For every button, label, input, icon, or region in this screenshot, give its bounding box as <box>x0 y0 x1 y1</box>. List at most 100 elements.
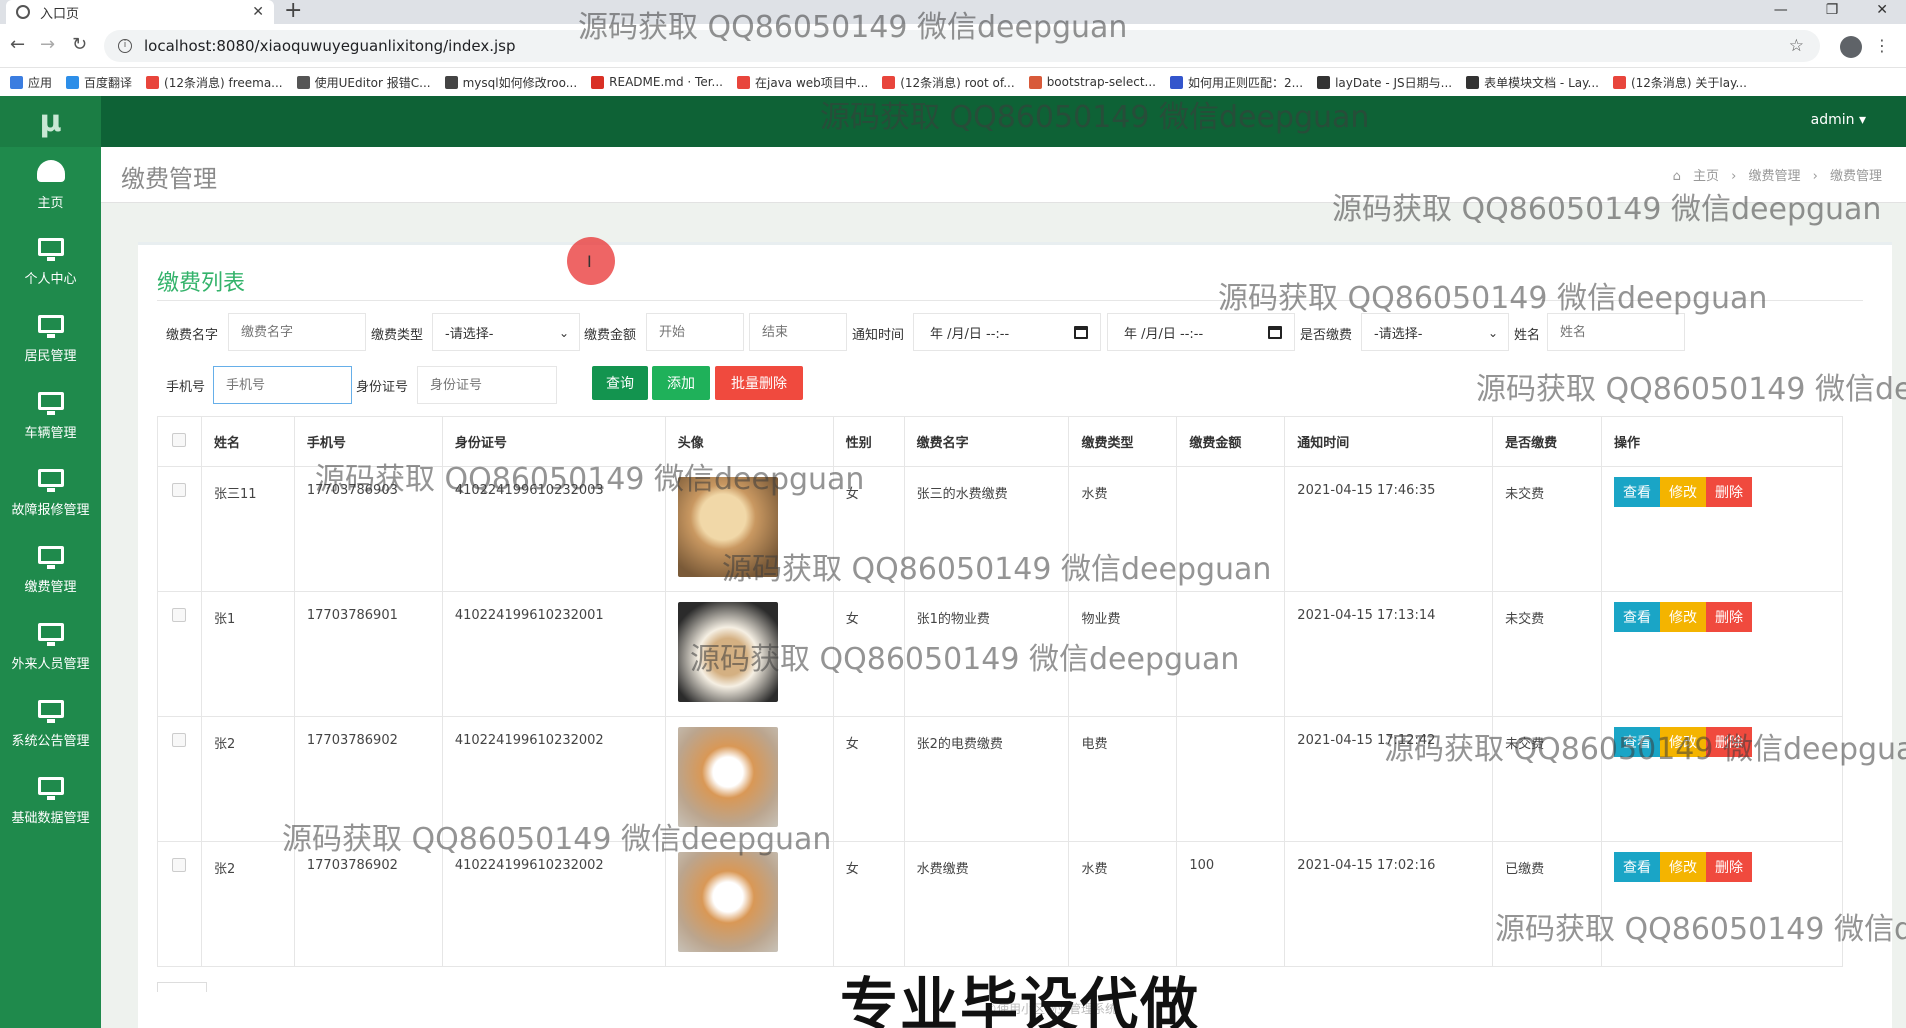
fee-name-input[interactable] <box>228 313 366 351</box>
new-tab-button[interactable]: + <box>284 0 302 22</box>
close-tab-icon[interactable]: ✕ <box>252 4 264 20</box>
bookmark-star-icon[interactable]: ☆ <box>1789 36 1804 56</box>
fee-type-value: -请选择- <box>445 326 494 342</box>
window-controls: — ❐ ✕ <box>1774 0 1888 20</box>
bookmark-item[interactable]: README.md · Ter... <box>591 75 723 89</box>
row-select-cell <box>157 466 202 592</box>
breadcrumb-home[interactable]: 主页 <box>1693 169 1719 184</box>
view-button[interactable]: 查看 <box>1614 602 1661 632</box>
col-header: 通知时间 <box>1284 416 1494 467</box>
bookmark-favicon-icon <box>1169 75 1183 89</box>
paid-select[interactable]: -请选择- ⌄ <box>1361 313 1509 351</box>
delete-button[interactable]: 删除 <box>1706 477 1753 507</box>
promo-banner: 专业毕设代做 <box>840 971 1201 1028</box>
sidebar-item[interactable]: 故障报修管理 <box>0 455 101 532</box>
cell-name: 张三11 <box>200 466 295 592</box>
forward-icon[interactable]: → <box>40 34 55 55</box>
row-checkbox[interactable] <box>172 733 186 747</box>
close-window-icon[interactable]: ✕ <box>1876 0 1888 20</box>
bookmark-item[interactable]: 如何用正则匹配：2... <box>1169 74 1304 91</box>
query-button[interactable]: 查询 <box>592 366 648 400</box>
calendar-icon[interactable] <box>1268 326 1282 339</box>
bookmark-label: (12条消息) 关于lay... <box>1630 75 1747 90</box>
watermark: 源码获取 QQ86050149 微信deepguan <box>1332 192 1882 227</box>
sidebar-item-label: 主页 <box>37 196 64 211</box>
sidebar-item[interactable]: 缴费管理 <box>0 532 101 609</box>
date-from-value: 年 /月/日 --:-- <box>930 326 1010 342</box>
sidebar-item[interactable]: 外来人员管理 <box>0 609 101 686</box>
fee-type-select[interactable]: -请选择- ⌄ <box>432 313 580 351</box>
delete-button[interactable]: 删除 <box>1706 852 1753 882</box>
user-menu[interactable]: admin ▾ <box>1811 112 1866 128</box>
chevron-down-icon: ⌄ <box>558 326 569 340</box>
delete-button[interactable]: 删除 <box>1706 602 1753 632</box>
bookmark-item[interactable]: 使用UEditor 报错C... <box>296 74 431 91</box>
cell-amount <box>1176 716 1286 842</box>
text-cursor-icon: I <box>587 252 592 271</box>
sidebar-item[interactable]: 个人中心 <box>0 224 101 301</box>
menu-kebab-icon[interactable]: ⋮ <box>1874 36 1890 55</box>
chevron-down-icon: ⌄ <box>1487 326 1498 340</box>
sidebar-item[interactable]: 主页 <box>0 147 101 224</box>
bookmark-item[interactable]: (12条消息) 关于lay... <box>1612 74 1747 91</box>
edit-button[interactable]: 修改 <box>1660 477 1707 507</box>
cell-notice-time: 2021-04-15 17:46:35 <box>1284 466 1494 592</box>
bookmark-item[interactable]: (12条消息) root of... <box>882 74 1015 91</box>
sidebar-item[interactable]: 基础数据管理 <box>0 763 101 840</box>
add-button[interactable]: 添加 <box>652 366 710 400</box>
calendar-icon[interactable] <box>1074 326 1088 339</box>
bookmark-favicon-icon <box>1612 75 1626 89</box>
edit-button[interactable]: 修改 <box>1660 602 1707 632</box>
view-button[interactable]: 查看 <box>1614 477 1661 507</box>
date-from-input[interactable]: 年 /月/日 --:-- <box>913 313 1101 351</box>
row-checkbox[interactable] <box>172 858 186 872</box>
info-icon[interactable]: i <box>118 39 132 53</box>
bookmark-item[interactable]: 百度翻译 <box>66 74 132 91</box>
cell-name: 张2 <box>200 716 295 842</box>
watermark: 源码获取 QQ86050149 微信deepguan <box>722 552 1272 587</box>
bookmark-item[interactable]: 在java web项目中... <box>737 74 868 91</box>
bookmark-item[interactable]: 表单模块文档 - Lay... <box>1466 74 1599 91</box>
row-checkbox[interactable] <box>172 608 186 622</box>
bookmark-label: README.md · Ter... <box>609 75 723 89</box>
bookmark-item[interactable]: layDate - JS日期与... <box>1317 74 1452 91</box>
monitor-icon <box>37 777 64 800</box>
tab-title: 入口页 <box>40 6 80 22</box>
phone-input[interactable] <box>213 366 352 404</box>
profile-avatar-icon[interactable] <box>1840 36 1862 58</box>
name-input[interactable] <box>1547 313 1685 351</box>
amount-start-input[interactable] <box>646 313 744 351</box>
edit-button[interactable]: 修改 <box>1660 852 1707 882</box>
monitor-icon <box>37 469 64 492</box>
fee-name-label: 缴费名字 <box>166 328 219 343</box>
watermark: 源码获取 QQ86050149 微信deepguan <box>820 100 1370 135</box>
row-checkbox[interactable] <box>172 483 186 497</box>
sidebar-item[interactable]: 系统公告管理 <box>0 686 101 763</box>
bookmark-label: mysql如何修改roo... <box>462 75 578 90</box>
batch-delete-button[interactable]: 批量删除 <box>715 366 803 400</box>
bookmark-label: 如何用正则匹配：2... <box>1187 75 1304 90</box>
sidebar-item-label: 居民管理 <box>24 349 77 364</box>
breadcrumb-level1[interactable]: 缴费管理 <box>1748 169 1800 184</box>
back-icon[interactable]: ← <box>10 34 25 55</box>
bookmark-item[interactable]: (12条消息) freema... <box>146 74 283 91</box>
browser-tab[interactable]: 入口页 ✕ <box>6 0 274 24</box>
cell-fee-type: 电费 <box>1068 716 1178 842</box>
minimize-icon[interactable]: — <box>1774 0 1788 20</box>
bookmark-item[interactable]: bootstrap-select... <box>1028 75 1156 89</box>
select-all-checkbox[interactable] <box>172 432 186 447</box>
date-to-input[interactable]: 年 /月/日 --:-- <box>1107 313 1295 351</box>
bookmark-item[interactable]: mysql如何修改roo... <box>444 74 578 91</box>
col-header: 操作 <box>1601 416 1843 467</box>
col-header: 是否缴费 <box>1492 416 1603 467</box>
sidebar-item[interactable]: 车辆管理 <box>0 378 101 455</box>
reload-icon[interactable]: ↻ <box>72 34 87 55</box>
restore-icon[interactable]: ❐ <box>1826 0 1839 20</box>
bookmark-label: 百度翻译 <box>84 75 133 90</box>
id-input[interactable] <box>417 366 557 404</box>
amount-end-input[interactable] <box>749 313 847 351</box>
view-button[interactable]: 查看 <box>1614 852 1661 882</box>
cell-notice-time: 2021-04-15 17:13:14 <box>1284 591 1494 717</box>
bookmark-item[interactable]: 应用 <box>10 74 52 91</box>
sidebar-item[interactable]: 居民管理 <box>0 301 101 378</box>
